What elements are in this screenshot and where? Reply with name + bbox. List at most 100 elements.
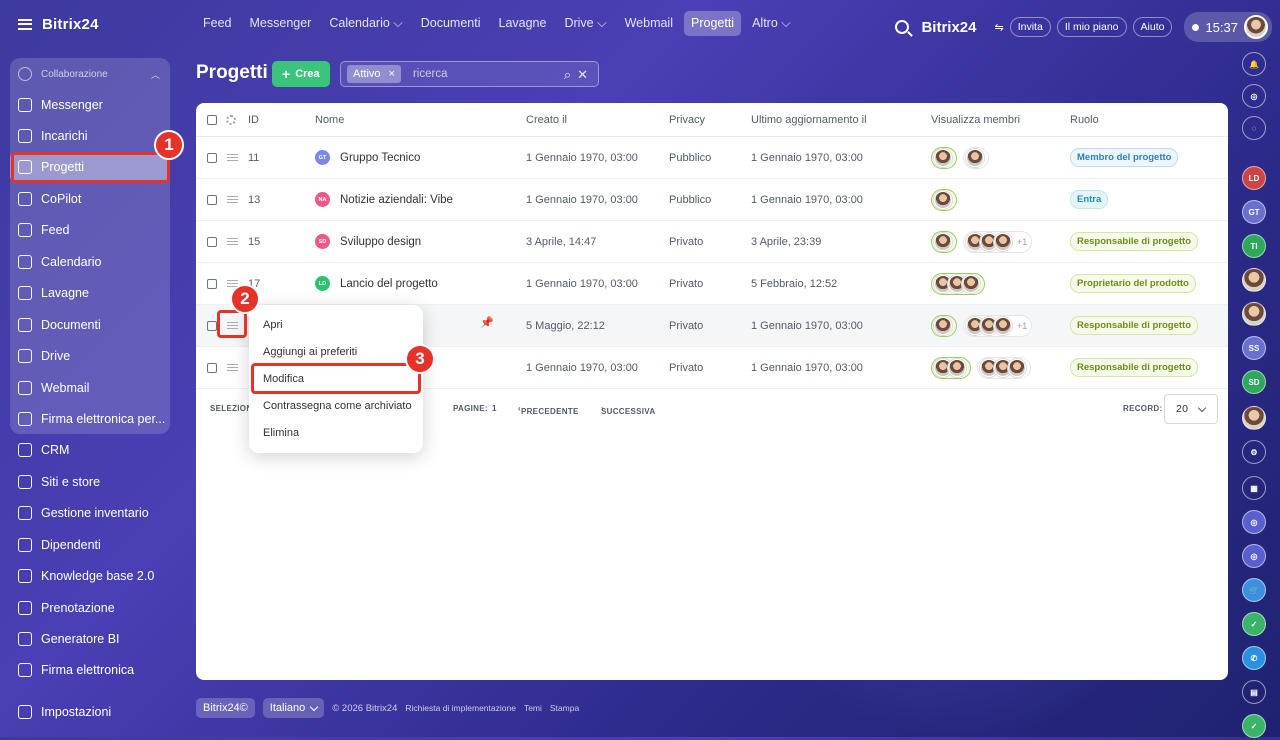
chat-sd-icon[interactable]: SD bbox=[1242, 370, 1266, 394]
menu-open[interactable]: Apri bbox=[263, 319, 283, 331]
plan-button[interactable]: Il mio piano bbox=[1056, 17, 1127, 37]
filter-chip-attivo[interactable]: Attivo × bbox=[347, 65, 401, 83]
next-button[interactable]: SUCCESSIVA › bbox=[601, 404, 655, 416]
sidebar-item-5[interactable]: Calendario bbox=[10, 247, 170, 277]
other-members[interactable]: +1 bbox=[963, 230, 1033, 253]
filter-sliders-icon[interactable]: ⇋ bbox=[994, 21, 1003, 34]
table-row[interactable]: 17 LD Lancio del progetto 1 Gennaio 1970, 0… bbox=[196, 263, 1228, 305]
row-checkbox[interactable] bbox=[207, 362, 217, 373]
members-group[interactable]: +1 bbox=[931, 305, 1038, 346]
copilot-chat-2-icon[interactable]: ◎ bbox=[1242, 544, 1266, 568]
hamburger-icon[interactable] bbox=[18, 18, 32, 30]
members-group[interactable] bbox=[931, 179, 963, 220]
col-name[interactable]: Nome bbox=[315, 103, 344, 136]
col-members[interactable]: Visualizza membri bbox=[931, 103, 1020, 136]
chat-ss-icon[interactable]: SS bbox=[1242, 336, 1266, 360]
tasks-icon[interactable]: ✓ bbox=[1242, 612, 1266, 636]
role-badge[interactable]: Entra bbox=[1070, 190, 1109, 209]
row-actions-icon[interactable] bbox=[227, 238, 238, 245]
calendar-icon[interactable]: ▦ bbox=[1242, 476, 1266, 500]
row-checkbox[interactable] bbox=[207, 236, 217, 247]
row-checkbox[interactable] bbox=[207, 320, 217, 331]
sidebar-item-14[interactable]: Dipendenti bbox=[10, 530, 170, 560]
col-id[interactable]: ID bbox=[248, 103, 259, 136]
table-row[interactable]: 15 SD Sviluppo design 3 Aprile, 14:47 Privat… bbox=[196, 221, 1228, 263]
menu-add-favorite[interactable]: Aggiungi ai preferiti bbox=[263, 346, 357, 358]
chat-avatar-2[interactable] bbox=[1242, 302, 1266, 326]
role-badge[interactable]: Responsabile di progetto bbox=[1070, 316, 1199, 335]
sidebar-item-1[interactable]: Incarichi bbox=[10, 121, 170, 151]
chat-ld-icon[interactable]: LD bbox=[1242, 166, 1266, 190]
language-select[interactable]: Italiano bbox=[262, 698, 325, 718]
bell-icon[interactable]: 🔔 bbox=[1242, 52, 1266, 76]
sidebar-item-11[interactable]: CRM bbox=[10, 435, 170, 465]
sidebar-item-13[interactable]: Gestione inventario bbox=[10, 498, 170, 528]
gear-icon[interactable] bbox=[226, 114, 236, 125]
sidebar-item-16[interactable]: Prenotazione bbox=[10, 593, 170, 623]
row-checkbox[interactable] bbox=[207, 152, 217, 163]
logo[interactable]: Bitrix24 bbox=[42, 16, 99, 33]
records-select[interactable]: 20 bbox=[1164, 394, 1218, 424]
row-actions-icon[interactable] bbox=[227, 322, 238, 329]
topnav-item-7[interactable]: Progetti bbox=[684, 11, 742, 36]
role-badge[interactable]: Proprietario del prodotto bbox=[1070, 274, 1196, 293]
sidebar-item-19[interactable]: Impostazioni bbox=[10, 697, 170, 727]
owner-members[interactable] bbox=[931, 188, 957, 211]
owner-members[interactable] bbox=[931, 314, 957, 337]
search-input[interactable] bbox=[412, 68, 553, 80]
sidebar-item-12[interactable]: Siti e store bbox=[10, 467, 170, 497]
create-button[interactable]: + Crea bbox=[272, 61, 330, 87]
members-group[interactable] bbox=[931, 263, 991, 304]
sidebar-item-7[interactable]: Documenti bbox=[10, 310, 170, 340]
search-icon[interactable] bbox=[895, 20, 910, 34]
clock-widget[interactable]: 15:37 bbox=[1184, 12, 1272, 42]
implementation-link[interactable]: Richiesta di implementazione bbox=[405, 703, 516, 713]
members-group[interactable] bbox=[931, 347, 1037, 388]
topnav-item-0[interactable]: Feed bbox=[196, 11, 239, 36]
pin-icon[interactable]: 📌 bbox=[480, 316, 494, 329]
clear-icon[interactable]: ✕ bbox=[577, 67, 588, 83]
sidebar-item-9[interactable]: Webmail bbox=[10, 373, 170, 403]
members-group[interactable] bbox=[931, 137, 995, 178]
other-members[interactable] bbox=[963, 146, 989, 169]
topnav-item-2[interactable]: Calendario ⌵ bbox=[322, 11, 409, 36]
role-badge[interactable]: Responsabile di progetto bbox=[1070, 358, 1199, 377]
col-updated[interactable]: Ultimo aggiornamento il bbox=[751, 103, 867, 136]
filter-search-box[interactable]: Attivo× ⌕ ✕ bbox=[340, 61, 599, 87]
row-actions-icon[interactable] bbox=[227, 364, 238, 371]
sidebar-item-4[interactable]: Feed bbox=[10, 215, 170, 245]
col-created[interactable]: Creato il bbox=[526, 103, 567, 136]
themes-link[interactable]: Temi bbox=[524, 703, 542, 713]
role-badge[interactable]: Responsabile di progetto bbox=[1070, 232, 1199, 251]
search-icon[interactable]: ⌕ bbox=[564, 67, 571, 83]
topnav-item-5[interactable]: Drive ⌵ bbox=[557, 11, 613, 36]
topnav-item-3[interactable]: Documenti bbox=[414, 11, 488, 36]
owner-members[interactable] bbox=[931, 356, 971, 379]
chat-ti-icon[interactable]: TI bbox=[1242, 234, 1266, 258]
chip-close-icon[interactable]: × bbox=[389, 68, 395, 80]
table-row[interactable]: 11 GT Gruppo Tecnico 1 Gennaio 1970, 03:00 P… bbox=[196, 137, 1228, 179]
gear-icon[interactable]: ⚙ bbox=[1242, 440, 1266, 464]
topnav-item-1[interactable]: Messenger bbox=[243, 11, 319, 36]
topnav-item-8[interactable]: Altro ⌵ bbox=[745, 11, 798, 36]
print-link[interactable]: Stampa bbox=[550, 703, 579, 713]
phone-icon[interactable]: ✆ bbox=[1242, 646, 1266, 670]
sidebar-item-2[interactable]: Progetti bbox=[10, 152, 170, 182]
sidebar-item-0[interactable]: Messenger bbox=[10, 90, 170, 120]
prev-button[interactable]: ‹ PRECEDENTE bbox=[518, 404, 578, 416]
sidebar-item-17[interactable]: Generatore BI bbox=[10, 624, 170, 654]
role-badge[interactable]: Membro del progetto bbox=[1070, 148, 1179, 167]
row-checkbox[interactable] bbox=[207, 194, 217, 205]
owner-members[interactable] bbox=[931, 230, 957, 253]
col-role[interactable]: Ruolo bbox=[1070, 103, 1099, 136]
sidebar-group-collaborazione[interactable]: Collaborazione ︿ bbox=[10, 59, 170, 89]
chat-avatar-1[interactable] bbox=[1242, 268, 1266, 292]
user-avatar[interactable] bbox=[1244, 15, 1268, 39]
topnav-item-4[interactable]: Lavagne bbox=[492, 11, 554, 36]
chat-icon[interactable]: ◌ bbox=[1242, 116, 1266, 140]
project-name[interactable]: Gruppo Tecnico bbox=[340, 152, 420, 164]
sidebar-item-8[interactable]: Drive bbox=[10, 341, 170, 371]
project-name[interactable]: Notizie aziendali: Vibe bbox=[340, 194, 453, 206]
help-button[interactable]: Aiuto bbox=[1132, 17, 1173, 37]
cart-icon[interactable]: 🛒 bbox=[1242, 578, 1266, 602]
